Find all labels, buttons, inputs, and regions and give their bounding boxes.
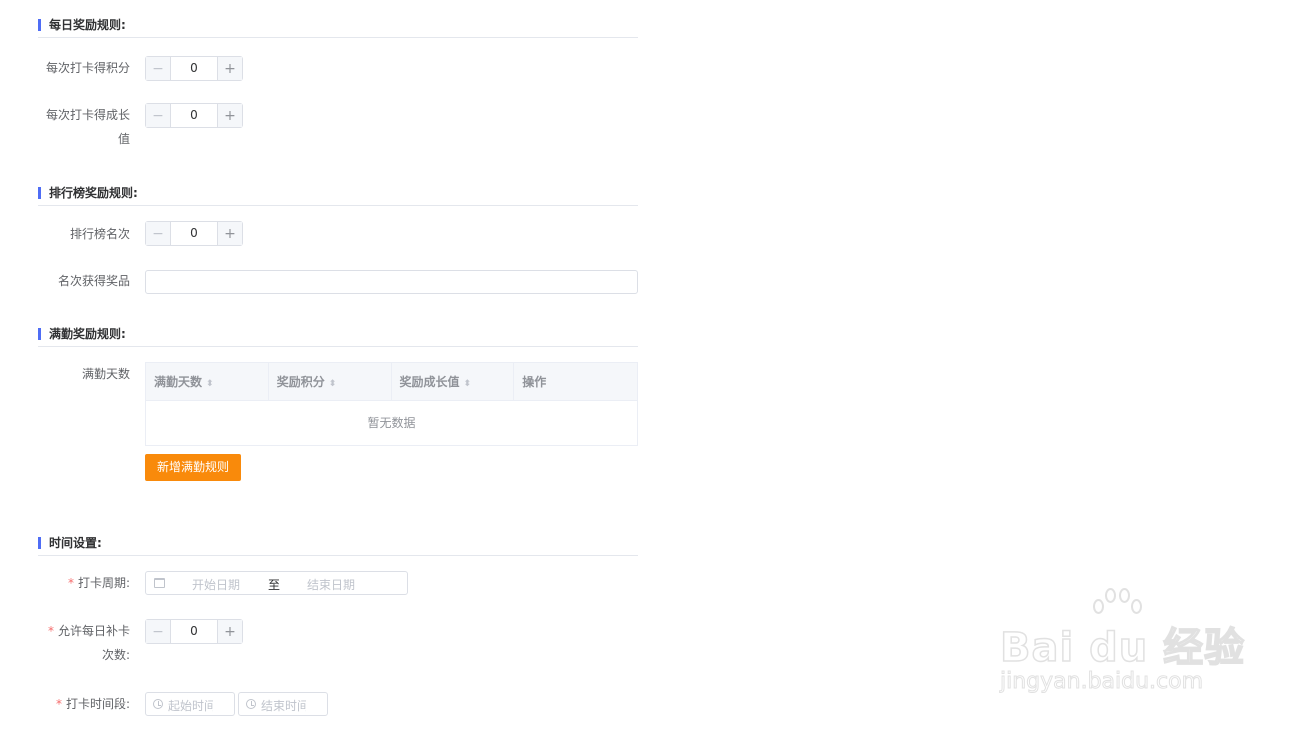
end-time-placeholder: 结束时间 (261, 699, 306, 713)
points-per-checkin-stepper[interactable]: − 0 + (145, 56, 243, 81)
section-title-attendance: 满勤奖励规则: (49, 327, 126, 341)
column-header-label: 满勤天数 (154, 375, 203, 389)
increment-button[interactable]: + (217, 57, 242, 80)
column-header-label: 奖励成长值 (399, 375, 460, 389)
decrement-button[interactable]: − (146, 222, 171, 245)
stepper-value[interactable]: 0 (171, 620, 217, 643)
clock-icon (246, 699, 256, 709)
rank-prize-label: 名次获得奖品 (57, 274, 130, 288)
label-text: 打卡时间段: (65, 697, 130, 711)
baidu-jingyan-watermark: Bai du 经验 jingyan.baidu.com (999, 585, 1245, 705)
end-date-input[interactable]: 结束日期 (307, 576, 355, 593)
full-attendance-days-label: 满勤天数 (81, 367, 130, 381)
start-date-input[interactable]: 开始日期 (192, 576, 240, 593)
column-header-label: 奖励积分 (276, 375, 325, 389)
table-header: 满勤天数 ⬍ 奖励积分 ⬍ 奖励成长值 ⬍ 操作 (146, 363, 637, 401)
section-title-time: 时间设置: (49, 536, 102, 550)
clock-icon (153, 699, 163, 709)
label-line: 次数: (101, 648, 130, 662)
end-time-input[interactable]: 结束时间 (238, 692, 328, 716)
start-time-placeholder: 起始时间 (168, 699, 213, 713)
checkin-period-date-range[interactable]: 开始日期 至 结束日期 (145, 571, 408, 595)
required-mark: * (47, 624, 54, 638)
section-daily-rewards: 每日奖励规则: (38, 14, 638, 38)
increment-button[interactable]: + (217, 104, 242, 127)
column-header-growth[interactable]: 奖励成长值 ⬍ (392, 363, 515, 400)
sort-caret-icon[interactable]: ⬍ (206, 379, 214, 389)
decrement-button[interactable]: − (146, 104, 171, 127)
growth-per-checkin-label: 每次打卡得成长 值 (0, 103, 130, 151)
increment-button[interactable]: + (217, 222, 242, 245)
column-header-days[interactable]: 满勤天数 ⬍ (146, 363, 269, 400)
section-title-daily: 每日奖励规则: (49, 18, 126, 32)
decrement-button[interactable]: − (146, 57, 171, 80)
calendar-icon (154, 578, 165, 588)
sort-caret-icon[interactable]: ⬍ (464, 379, 472, 389)
add-attendance-rule-button[interactable]: 新增满勤规则 (145, 454, 241, 481)
column-header-label: 操作 (522, 375, 547, 389)
section-accent-bar (38, 328, 41, 340)
section-accent-bar (38, 187, 41, 199)
section-accent-bar (38, 537, 41, 549)
rank-prize-input[interactable] (145, 270, 638, 294)
stepper-value[interactable]: 0 (171, 57, 217, 80)
range-separator: 至 (268, 578, 281, 592)
required-mark: * (67, 576, 74, 590)
section-title-ranking: 排行榜奖励规则: (49, 186, 138, 200)
column-header-actions: 操作 (514, 363, 637, 400)
growth-per-checkin-stepper[interactable]: − 0 + (145, 103, 243, 128)
section-attendance-rewards: 满勤奖励规则: (38, 323, 638, 347)
column-header-points[interactable]: 奖励积分 ⬍ (269, 363, 392, 400)
decrement-button[interactable]: − (146, 620, 171, 643)
label-line: 每次打卡得成长 (45, 108, 130, 122)
makeup-count-label: * 允许每日补卡 次数: (0, 619, 130, 667)
label-line: 值 (117, 132, 130, 146)
section-accent-bar (38, 19, 41, 31)
section-ranking-rewards: 排行榜奖励规则: (38, 182, 638, 206)
sort-caret-icon[interactable]: ⬍ (329, 379, 337, 389)
stepper-value[interactable]: 0 (171, 222, 217, 245)
increment-button[interactable]: + (217, 620, 242, 643)
label-line: * 允许每日补卡 (0, 619, 130, 643)
rank-position-stepper[interactable]: − 0 + (145, 221, 243, 246)
checkin-period-label: * 打卡周期: (0, 571, 130, 595)
makeup-count-stepper[interactable]: − 0 + (145, 619, 243, 644)
stepper-value[interactable]: 0 (171, 104, 217, 127)
required-mark: * (55, 697, 62, 711)
table-empty-text: 暂无数据 (367, 416, 416, 430)
start-time-input[interactable]: 起始时间 (145, 692, 235, 716)
points-per-checkin-label: 每次打卡得积分 (45, 61, 130, 75)
attendance-rules-table: 满勤天数 ⬍ 奖励积分 ⬍ 奖励成长值 ⬍ 操作 暂无数据 (145, 362, 638, 446)
watermark-brand: Bai du 经验 (999, 624, 1246, 672)
checkin-time-range-label: * 打卡时间段: (0, 692, 130, 716)
label-text: 允许每日补卡 (57, 624, 130, 638)
rank-position-label: 排行榜名次 (69, 227, 130, 241)
section-time-settings: 时间设置: (38, 532, 638, 556)
watermark-url: jingyan.baidu.com (999, 669, 1204, 695)
label-text: 打卡周期: (77, 576, 130, 590)
